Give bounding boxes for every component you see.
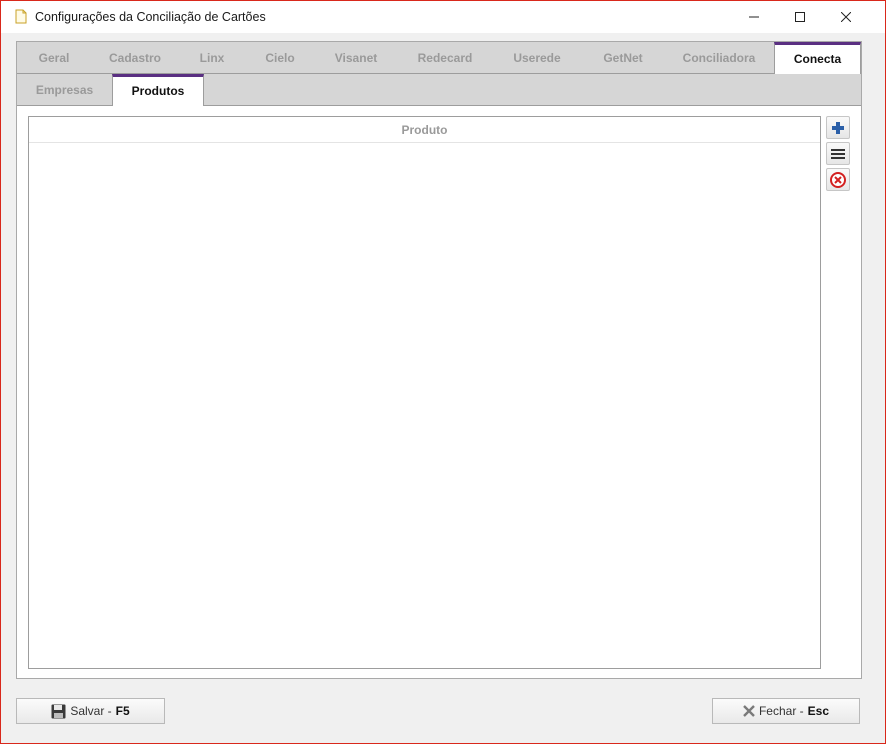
close-icon bbox=[841, 12, 851, 22]
tab-produtos[interactable]: Produtos bbox=[112, 74, 204, 106]
tab-visanet[interactable]: Visanet bbox=[315, 42, 397, 73]
tab-getnet[interactable]: GetNet bbox=[581, 42, 665, 73]
list-icon bbox=[831, 148, 845, 159]
tab-cielo[interactable]: Cielo bbox=[245, 42, 315, 73]
primary-tab-bar: Geral Cadastro Linx Cielo Visanet Redeca… bbox=[17, 42, 861, 74]
save-button[interactable]: Salvar - F5 bbox=[16, 698, 165, 724]
window-title: Configurações da Conciliação de Cartões bbox=[35, 10, 266, 24]
title-bar[interactable]: Configurações da Conciliação de Cartões bbox=[1, 1, 885, 33]
close-hotkey: Esc bbox=[807, 704, 830, 718]
products-grid[interactable]: Produto bbox=[28, 116, 821, 669]
add-button[interactable] bbox=[826, 116, 850, 139]
column-header-produto[interactable]: Produto bbox=[29, 117, 820, 143]
tab-geral[interactable]: Geral bbox=[17, 42, 91, 73]
tab-conecta[interactable]: Conecta bbox=[774, 42, 861, 74]
close-label: Fechar - bbox=[758, 704, 804, 718]
plus-icon bbox=[832, 121, 844, 134]
tab-empresas[interactable]: Empresas bbox=[17, 74, 112, 105]
app-icon bbox=[15, 9, 27, 24]
maximize-icon bbox=[795, 12, 805, 22]
secondary-tab-bar: Empresas Produtos bbox=[17, 74, 861, 106]
tab-redecard[interactable]: Redecard bbox=[397, 42, 493, 73]
tab-userede[interactable]: Userede bbox=[493, 42, 581, 73]
minimize-icon bbox=[749, 16, 759, 18]
minimize-button[interactable] bbox=[731, 1, 777, 33]
tab-cadastro[interactable]: Cadastro bbox=[91, 42, 179, 73]
remove-circle-icon bbox=[830, 171, 846, 188]
remove-button[interactable] bbox=[826, 168, 850, 191]
settings-window: Configurações da Conciliação de Cartões … bbox=[0, 0, 886, 744]
x-icon bbox=[743, 705, 755, 717]
close-button[interactable] bbox=[823, 1, 869, 33]
list-button[interactable] bbox=[826, 142, 850, 165]
config-panel: Geral Cadastro Linx Cielo Visanet Redeca… bbox=[16, 41, 862, 679]
maximize-button[interactable] bbox=[777, 1, 823, 33]
save-label: Salvar - bbox=[70, 704, 112, 718]
close-dialog-button[interactable]: Fechar - Esc bbox=[712, 698, 860, 724]
floppy-disk-icon bbox=[51, 704, 66, 718]
save-hotkey: F5 bbox=[115, 704, 130, 718]
tab-linx[interactable]: Linx bbox=[179, 42, 245, 73]
tab-conciliadora[interactable]: Conciliadora bbox=[665, 42, 773, 73]
